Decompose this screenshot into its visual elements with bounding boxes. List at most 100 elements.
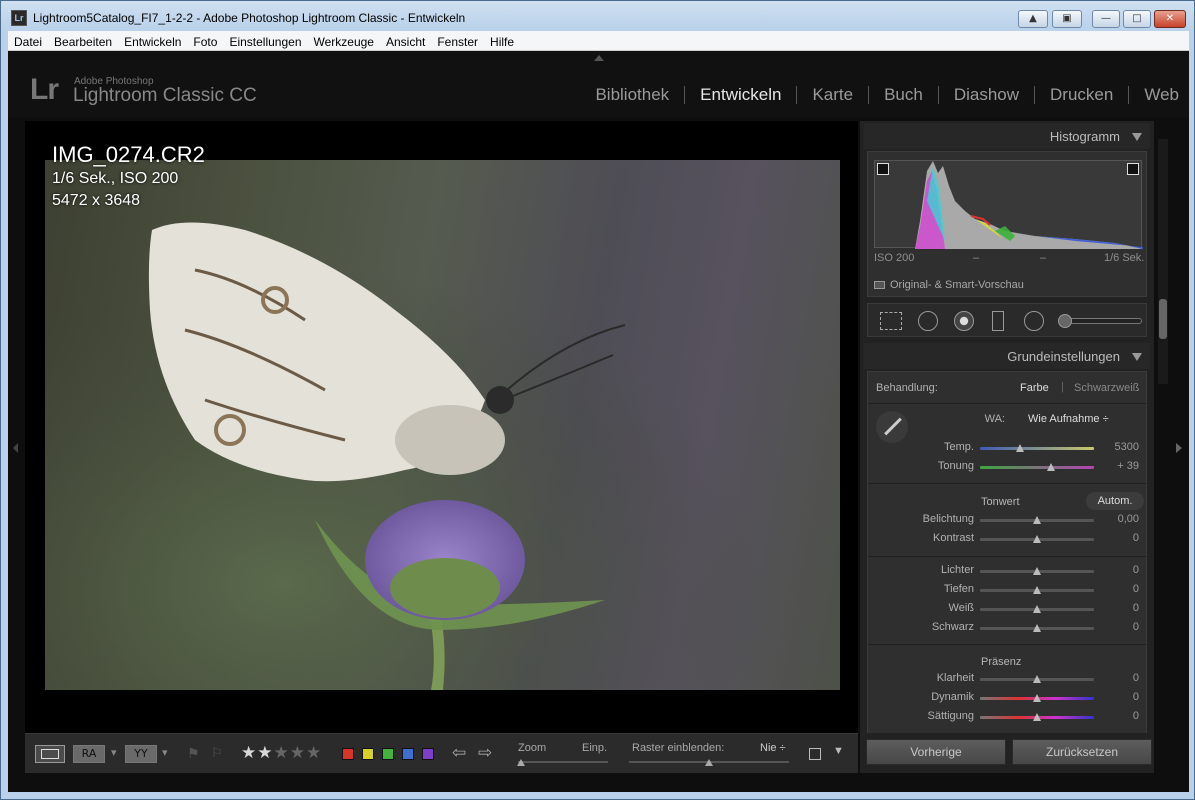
graduated-filter-icon[interactable]	[992, 311, 1004, 331]
spot-removal-tool-icon[interactable]	[918, 311, 938, 331]
previous-arrow-icon[interactable]: ⇦	[452, 743, 466, 763]
chevron-down-icon[interactable]: ▾	[162, 746, 168, 759]
menu-ansicht[interactable]: Ansicht	[380, 32, 431, 52]
menu-fenster[interactable]: Fenster	[431, 32, 484, 52]
color-label-swatch[interactable]	[342, 748, 354, 760]
right-panel-scrollbar[interactable]	[1158, 139, 1168, 384]
slider-track-temp[interactable]	[980, 447, 1094, 450]
slider-knob-klarheit[interactable]	[1033, 675, 1041, 683]
collapse-arrow-icon[interactable]: ▲	[1018, 10, 1048, 28]
slider-value-tiefen[interactable]: 0	[1099, 583, 1139, 595]
slider-track-tonung[interactable]	[980, 466, 1094, 469]
rating-star-icon[interactable]: ★	[290, 743, 305, 763]
slider-knob-dynamik[interactable]	[1033, 694, 1041, 702]
slider-knob-schwarz[interactable]	[1033, 624, 1041, 632]
menu-foto[interactable]: Foto	[187, 32, 223, 52]
minimize-button[interactable]: —	[1092, 10, 1120, 28]
right-panel-toggle-icon[interactable]	[1176, 443, 1182, 453]
scrollbar-thumb[interactable]	[1159, 299, 1167, 339]
minimize-to-tray-icon[interactable]: ▣	[1052, 10, 1082, 28]
star-rating[interactable]: ★★★★★	[241, 743, 322, 763]
grid-overlay-select[interactable]: Nie ÷	[760, 742, 786, 754]
treatment-bw-option[interactable]: Schwarzweiß	[1074, 382, 1139, 394]
slider-value-klarheit[interactable]: 0	[1099, 672, 1139, 684]
before-after-button[interactable]: RA	[73, 745, 105, 763]
rating-star-icon[interactable]: ★	[257, 743, 272, 763]
left-panel-toggle-icon[interactable]	[13, 443, 18, 453]
module-buch[interactable]: Buch	[884, 85, 923, 105]
crop-tool-icon[interactable]	[880, 312, 902, 330]
before-after-swap-button[interactable]: YY	[125, 745, 157, 763]
module-karte[interactable]: Karte	[812, 85, 853, 105]
menu-datei[interactable]: Datei	[8, 32, 48, 52]
image-viewer[interactable]: IMG_0274.CR2 1/6 Sek., ISO 200 5472 x 36…	[25, 121, 858, 733]
zoom-slider[interactable]	[518, 761, 608, 763]
module-drucken[interactable]: Drucken	[1050, 85, 1113, 105]
slider-value-weiß[interactable]: 0	[1099, 602, 1139, 614]
menu-einstellungen[interactable]: Einstellungen	[223, 32, 307, 52]
wb-select[interactable]: Wie Aufnahme ÷	[1028, 413, 1109, 425]
slider-value-kontrast[interactable]: 0	[1099, 532, 1139, 544]
slider-value-sättigung[interactable]: 0	[1099, 710, 1139, 722]
flag-icon[interactable]: ⚑	[187, 745, 200, 762]
next-arrow-icon[interactable]: ⇨	[478, 743, 492, 763]
module-entwickeln[interactable]: Entwickeln	[700, 85, 781, 105]
menu-hilfe[interactable]: Hilfe	[484, 32, 520, 52]
treatment-color-option[interactable]: Farbe	[1020, 382, 1049, 394]
slider-knob-lichter[interactable]	[1033, 567, 1041, 575]
module-diashow[interactable]: Diashow	[954, 85, 1019, 105]
close-button[interactable]: ✕	[1154, 10, 1186, 28]
auto-tone-button[interactable]: Autom.	[1086, 492, 1144, 510]
previous-settings-button[interactable]: Vorherige	[866, 739, 1006, 765]
loupe-view-button[interactable]	[35, 745, 65, 763]
collapse-triangle-icon[interactable]	[1132, 133, 1142, 141]
basic-panel-header[interactable]: Grundeinstellungen	[864, 343, 1150, 369]
slider-knob-sättigung[interactable]	[1033, 713, 1041, 721]
slider-knob-belichtung[interactable]	[1033, 516, 1041, 524]
title-bar[interactable]: Lr Lightroom5Catalog_FI7_1-2-2 - Adobe P…	[1, 1, 1194, 31]
highlight-clipping-icon[interactable]	[1127, 163, 1139, 175]
color-label-swatch[interactable]	[382, 748, 394, 760]
reject-flag-icon[interactable]: ⚐	[211, 745, 223, 761]
reset-button[interactable]: Zurücksetzen	[1012, 739, 1152, 765]
color-label-swatch[interactable]	[362, 748, 374, 760]
brush-tool-icon[interactable]	[1058, 314, 1072, 328]
slider-value-schwarz[interactable]: 0	[1099, 621, 1139, 633]
menu-werkzeuge[interactable]: Werkzeuge	[308, 32, 380, 52]
grid-size-slider-knob[interactable]	[705, 759, 713, 766]
slider-value-lichter[interactable]: 0	[1099, 564, 1139, 576]
module-web[interactable]: Web	[1144, 85, 1179, 105]
slider-knob-kontrast[interactable]	[1033, 535, 1041, 543]
histogram-header[interactable]: Histogramm	[864, 123, 1150, 149]
rating-star-icon[interactable]: ★	[241, 743, 256, 763]
color-label-swatch[interactable]	[402, 748, 414, 760]
eyedropper-icon[interactable]	[876, 411, 908, 443]
shadow-clipping-icon[interactable]	[877, 163, 889, 175]
slider-value-temp[interactable]: 5300	[1099, 441, 1139, 453]
toolbar-menu-chevron-icon[interactable]: ▼	[833, 745, 844, 757]
menu-entwickeln[interactable]: Entwickeln	[118, 32, 187, 52]
module-bibliothek[interactable]: Bibliothek	[595, 85, 669, 105]
slider-knob-tonung[interactable]	[1046, 463, 1055, 471]
photo-butterfly-image[interactable]	[45, 160, 840, 690]
slider-value-tonung[interactable]: + 39	[1099, 460, 1139, 472]
toolbar-checkbox-icon[interactable]	[809, 748, 821, 760]
red-eye-tool-icon[interactable]	[954, 311, 974, 331]
slider-value-dynamik[interactable]: 0	[1099, 691, 1139, 703]
collapse-triangle-icon[interactable]	[1132, 353, 1142, 361]
rating-star-icon[interactable]: ★	[306, 743, 321, 763]
zoom-slider-knob[interactable]	[517, 759, 525, 766]
slider-value-belichtung[interactable]: 0,00	[1099, 513, 1139, 525]
menu-bearbeiten[interactable]: Bearbeiten	[48, 32, 118, 52]
slider-knob-temp[interactable]	[1015, 444, 1024, 452]
histogram-graph[interactable]	[874, 160, 1143, 249]
top-panel-toggle-icon[interactable]	[594, 55, 604, 61]
maximize-button[interactable]: □	[1123, 10, 1151, 28]
color-label-swatch[interactable]	[422, 748, 434, 760]
rating-star-icon[interactable]: ★	[274, 743, 289, 763]
slider-knob-weiß[interactable]	[1033, 605, 1041, 613]
chevron-down-icon[interactable]: ▾	[111, 746, 117, 759]
slider-knob-tiefen[interactable]	[1033, 586, 1041, 594]
radial-filter-icon[interactable]	[1024, 311, 1044, 331]
brush-tool-slider[interactable]	[1062, 318, 1142, 324]
